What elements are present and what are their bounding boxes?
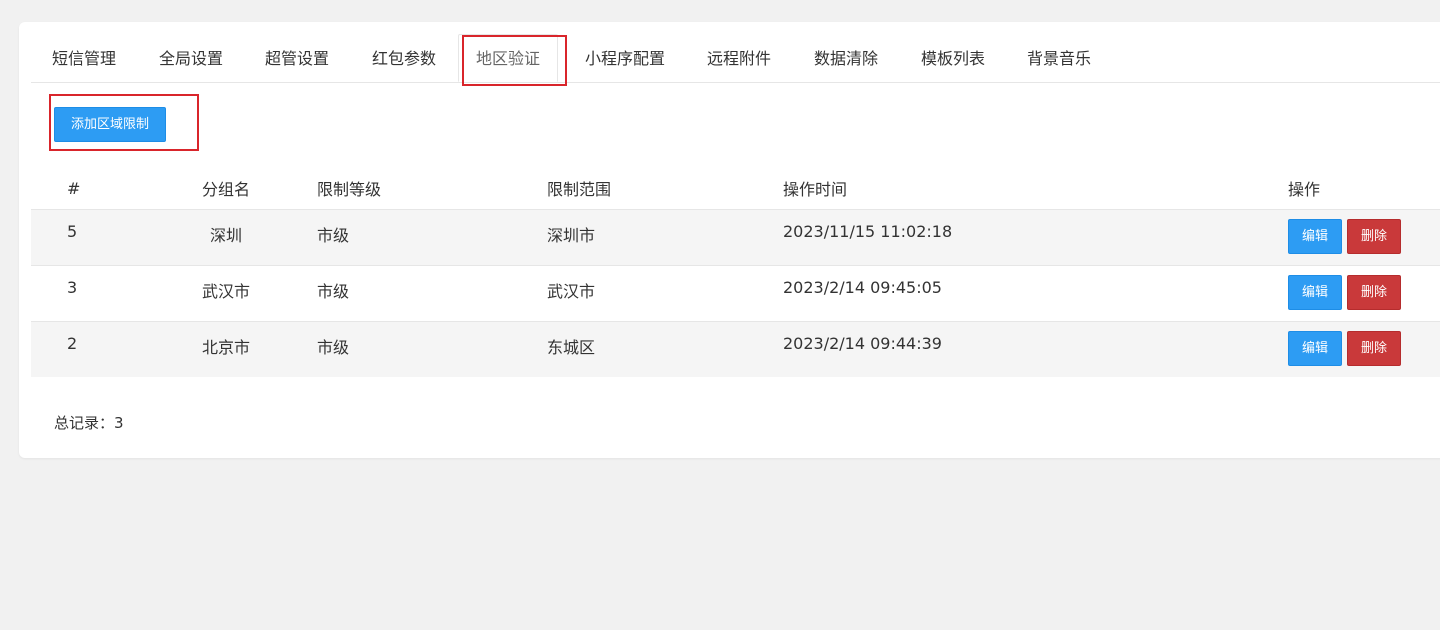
row-restriction-level: 市级	[317, 338, 350, 357]
tab-bar: 短信管理 全局设置 超管设置 红包参数 地区验证 小程序配置 远程附件 数据清除…	[31, 22, 1440, 83]
row-restriction-range: 东城区	[547, 338, 596, 357]
table-row: 2 北京市 市级 东城区 2023/2/14 09:44:39 编辑 删除	[31, 321, 1440, 377]
edit-button[interactable]: 编辑	[1288, 219, 1342, 254]
tab-template-list[interactable]: 模板列表	[918, 36, 988, 82]
header-id: #	[31, 167, 141, 210]
table-row: 5 深圳 市级 深圳市 2023/11/15 11:02:18 编辑 删除	[31, 209, 1440, 266]
row-id: 2	[67, 334, 78, 353]
row-restriction-level: 市级	[317, 226, 350, 245]
tab-data-clear[interactable]: 数据清除	[811, 36, 881, 82]
tab-region-verification[interactable]: 地区验证	[458, 34, 558, 82]
header-actions: 操作	[1288, 167, 1440, 210]
delete-button[interactable]: 删除	[1347, 275, 1401, 310]
row-group-name: 深圳	[209, 226, 242, 245]
row-operation-time: 2023/2/14 09:44:39	[783, 334, 942, 353]
row-group-name: 武汉市	[201, 282, 250, 301]
region-restriction-table: # 分组名 限制等级 限制范围 操作时间 操作 5 深圳 市级 深圳市 2023…	[31, 167, 1440, 377]
tab-remote-attachment[interactable]: 远程附件	[704, 36, 774, 82]
tab-red-packet-params[interactable]: 红包参数	[369, 36, 439, 82]
row-restriction-range: 深圳市	[547, 226, 596, 245]
row-restriction-level: 市级	[317, 282, 350, 301]
header-operation-time: 操作时间	[783, 167, 1288, 210]
row-id: 3	[67, 278, 78, 297]
row-operation-time: 2023/11/15 11:02:18	[783, 222, 953, 241]
tab-mini-program-config[interactable]: 小程序配置	[582, 36, 668, 82]
total-records-label: 总记录：3	[54, 414, 124, 432]
edit-button[interactable]: 编辑	[1288, 331, 1342, 366]
delete-button[interactable]: 删除	[1347, 331, 1401, 366]
row-restriction-range: 武汉市	[547, 282, 596, 301]
tab-background-music[interactable]: 背景音乐	[1024, 36, 1094, 82]
delete-button[interactable]: 删除	[1347, 219, 1401, 254]
row-group-name: 北京市	[201, 338, 250, 357]
header-group-name: 分组名	[141, 167, 311, 210]
settings-panel: 短信管理 全局设置 超管设置 红包参数 地区验证 小程序配置 远程附件 数据清除…	[19, 22, 1440, 458]
row-id: 5	[67, 222, 78, 241]
tab-sms-management[interactable]: 短信管理	[49, 36, 119, 82]
header-restriction-range: 限制范围	[547, 167, 783, 210]
header-restriction-level: 限制等级	[311, 167, 547, 210]
table-header-row: # 分组名 限制等级 限制范围 操作时间 操作	[31, 167, 1440, 210]
table-row: 3 武汉市 市级 武汉市 2023/2/14 09:45:05 编辑 删除	[31, 265, 1440, 322]
edit-button[interactable]: 编辑	[1288, 275, 1342, 310]
add-region-restriction-button[interactable]: 添加区域限制	[54, 107, 166, 142]
tab-global-settings[interactable]: 全局设置	[156, 36, 226, 82]
tab-super-admin-settings[interactable]: 超管设置	[262, 36, 332, 82]
row-operation-time: 2023/2/14 09:45:05	[783, 278, 942, 297]
